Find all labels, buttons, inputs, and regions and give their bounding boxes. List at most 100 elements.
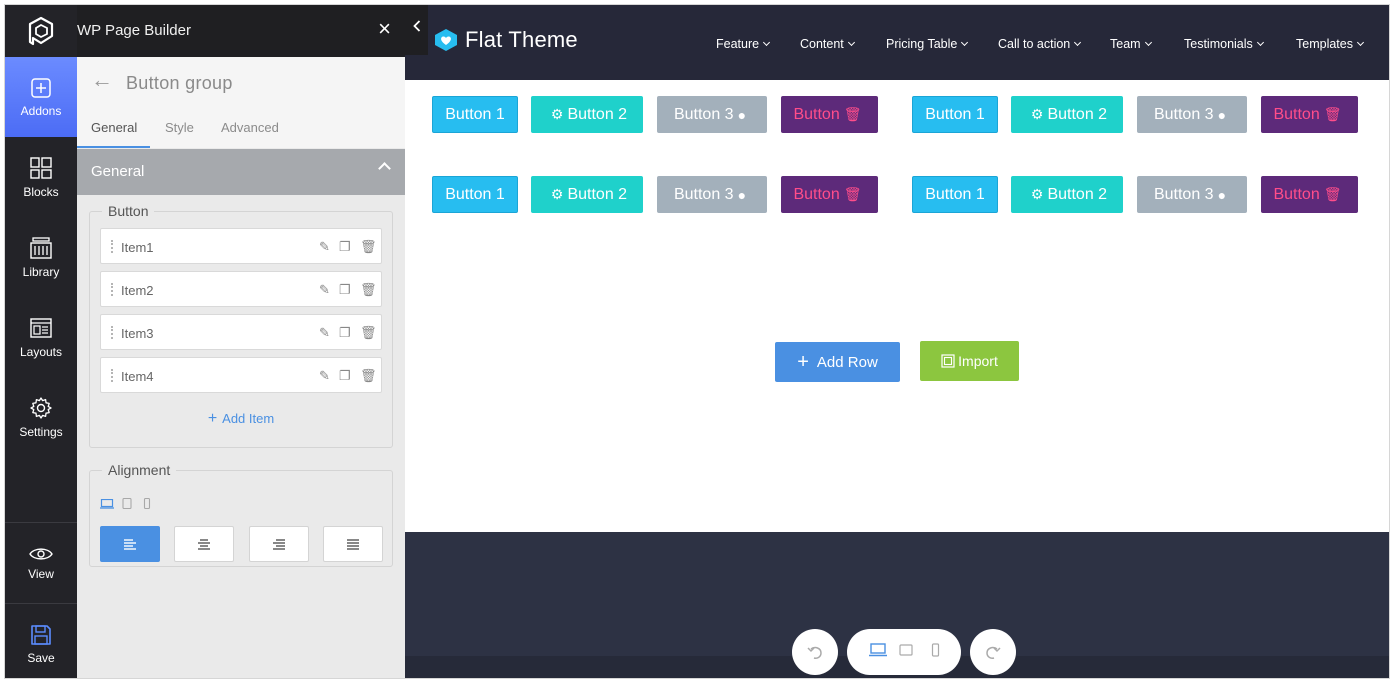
nav-label: Testimonials [1184, 37, 1253, 51]
demo-button-4[interactable]: Button 🗑 [1261, 176, 1358, 213]
apple-icon: ● [1217, 186, 1227, 203]
trash-icon[interactable]: 🗑 [360, 325, 377, 341]
demo-button-1[interactable]: Button 1 [912, 96, 998, 133]
chevron-down-icon [763, 38, 771, 47]
align-justify-button[interactable] [323, 526, 383, 562]
chevron-down-icon [1256, 38, 1264, 47]
drag-handle-icon[interactable] [111, 369, 114, 382]
nav-item-team[interactable]: Team [1110, 37, 1152, 51]
sidebar-item-settings[interactable]: Settings [5, 377, 77, 457]
sidebar-item-save[interactable]: Save [5, 604, 77, 678]
trash-icon: 🗑 [1323, 106, 1342, 122]
chevron-up-icon [378, 162, 391, 175]
demo-button-label: Button 1 [925, 185, 985, 203]
demo-button-3[interactable]: Button 3 ● [1137, 176, 1247, 213]
apple-icon: ● [737, 106, 747, 123]
demo-button-3[interactable]: Button 3 ● [657, 96, 767, 133]
align-right-button[interactable] [249, 526, 309, 562]
demo-button-3[interactable]: Button 3 ● [657, 176, 767, 213]
mobile-icon[interactable] [143, 498, 151, 509]
sidebar-item-label: Layouts [19, 344, 63, 359]
demo-button-3[interactable]: Button 3 ● [1137, 96, 1247, 133]
demo-button-label: Button 2 [567, 105, 628, 123]
pencil-icon[interactable]: ✎ [319, 325, 330, 341]
copy-icon[interactable]: ❐ [339, 325, 351, 341]
item-label: Item1 [121, 240, 154, 255]
nav-item-call-to-action[interactable]: Call to action [998, 37, 1082, 51]
copy-icon[interactable]: ❐ [339, 282, 351, 298]
list-item[interactable]: Item2 ✎ ❐ 🗑 [100, 271, 382, 307]
nav-item-content[interactable]: Content [800, 37, 855, 51]
site-navbar: Flat Theme Feature Content Pricing Table… [405, 5, 1389, 80]
addon-header: ← Button group [77, 57, 405, 115]
align-center-button[interactable] [174, 526, 234, 562]
builder-logo[interactable] [5, 5, 77, 57]
back-arrow-icon[interactable]: ← [91, 69, 113, 91]
trash-icon[interactable]: 🗑 [360, 282, 377, 298]
demo-button-2[interactable]: ⚙ Button 2 [1011, 96, 1123, 133]
collapse-panel-toggle[interactable] [405, 5, 428, 55]
redo-button[interactable] [970, 629, 1016, 675]
site-logo[interactable]: Flat Theme [433, 27, 578, 53]
list-item[interactable]: Item1 ✎ ❐ 🗑 [100, 228, 382, 264]
copy-icon[interactable]: ❐ [339, 239, 351, 255]
nav-item-feature[interactable]: Feature [716, 37, 771, 51]
general-group-header[interactable]: General [77, 149, 405, 195]
undo-button[interactable] [792, 629, 838, 675]
nav-item-pricing-table[interactable]: Pricing Table [886, 37, 969, 51]
list-item[interactable]: Item4 ✎ ❐ 🗑 [100, 357, 382, 393]
copy-icon[interactable]: ❐ [339, 368, 351, 384]
tablet-icon[interactable] [122, 498, 132, 509]
close-panel-button[interactable]: × [378, 18, 391, 40]
demo-button-4[interactable]: Button 🗑 [781, 176, 878, 213]
apple-icon: ● [1217, 106, 1227, 123]
pencil-icon[interactable]: ✎ [319, 368, 330, 384]
tab-advanced[interactable]: Advanced [221, 120, 279, 135]
nav-label: Content [800, 37, 844, 51]
add-row-button[interactable]: + Add Row [775, 342, 900, 382]
panel-header: WP Page Builder × [77, 5, 405, 57]
demo-button-2[interactable]: ⚙ Button 2 [531, 176, 643, 213]
item-label: Item2 [121, 283, 154, 298]
nav-label: Team [1110, 37, 1141, 51]
pencil-icon[interactable]: ✎ [319, 282, 330, 298]
trash-icon[interactable]: 🗑 [360, 368, 377, 384]
tablet-icon[interactable] [899, 644, 913, 656]
desktop-icon[interactable] [100, 499, 114, 509]
sidebar-item-blocks[interactable]: Blocks [5, 137, 77, 217]
tab-general[interactable]: General [91, 120, 137, 135]
pencil-icon[interactable]: ✎ [319, 239, 330, 255]
demo-button-1[interactable]: Button 1 [432, 176, 518, 213]
sidebar-item-addons[interactable]: Addons [5, 57, 77, 137]
trash-icon[interactable]: 🗑 [360, 239, 377, 255]
drag-handle-icon[interactable] [111, 326, 114, 339]
nav-label: Feature [716, 37, 760, 51]
demo-button-2[interactable]: ⚙ Button 2 [531, 96, 643, 133]
sidebar-item-layouts[interactable]: Layouts [5, 297, 77, 377]
eye-icon [29, 547, 53, 560]
demo-button-1[interactable]: Button 1 [912, 176, 998, 213]
import-button[interactable]: Import [920, 341, 1019, 381]
plus-icon: + [207, 410, 218, 427]
mobile-icon[interactable] [931, 643, 940, 657]
drag-handle-icon[interactable] [111, 240, 114, 253]
import-label: Import [958, 353, 998, 369]
alignment-fieldset: Alignment [89, 462, 393, 567]
nav-item-testimonials[interactable]: Testimonials [1184, 37, 1264, 51]
demo-button-4[interactable]: Button 🗑 [1261, 96, 1358, 133]
desktop-icon[interactable] [869, 643, 887, 657]
list-item[interactable]: Item3 ✎ ❐ 🗑 [100, 314, 382, 350]
demo-button-4[interactable]: Button 🗑 [781, 96, 878, 133]
align-left-button[interactable] [100, 526, 160, 562]
tab-style[interactable]: Style [165, 120, 194, 135]
nav-item-templates[interactable]: Templates [1296, 37, 1365, 51]
sidebar-item-library[interactable]: Library [5, 217, 77, 297]
drag-handle-icon[interactable] [111, 283, 114, 296]
demo-button-1[interactable]: Button 1 [432, 96, 518, 133]
plus-icon: + [797, 351, 809, 373]
gear-icon: ⚙ [550, 186, 564, 202]
sidebar-item-view[interactable]: View [5, 523, 77, 603]
align-center-icon [198, 538, 210, 550]
add-item-button[interactable]: + Add Item [90, 410, 392, 428]
demo-button-2[interactable]: ⚙ Button 2 [1011, 176, 1123, 213]
